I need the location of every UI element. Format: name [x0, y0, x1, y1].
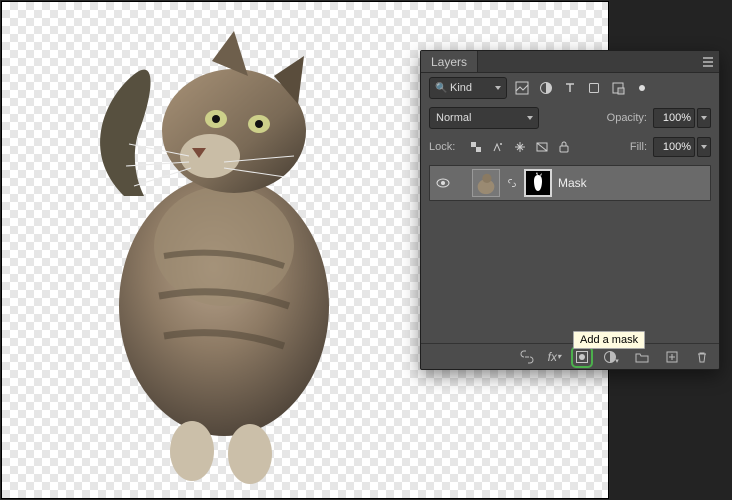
- delete-layer-button[interactable]: [693, 348, 711, 366]
- layer-thumbnail[interactable]: [472, 169, 500, 197]
- lock-all-icon[interactable]: [555, 138, 573, 156]
- lock-transparency-icon[interactable]: [467, 138, 485, 156]
- lock-image-icon[interactable]: [489, 138, 507, 156]
- canvas-subject-image: [84, 16, 374, 486]
- cat-illustration: [84, 16, 374, 486]
- mask-thumbnail[interactable]: [524, 169, 552, 197]
- mask-shape-icon: [526, 171, 550, 195]
- panel-menu-button[interactable]: [697, 51, 719, 72]
- layer-row[interactable]: Mask: [429, 165, 711, 201]
- visibility-toggle[interactable]: [436, 176, 450, 190]
- adjustment-layer-button[interactable]: ▾: [603, 348, 621, 366]
- add-mask-tooltip: Add a mask: [573, 331, 645, 349]
- filter-artboard-icon[interactable]: [633, 79, 651, 97]
- layer-list: Mask: [421, 161, 719, 343]
- fill-input[interactable]: [653, 137, 695, 157]
- filter-adjustment-icon[interactable]: [537, 79, 555, 97]
- add-mask-button[interactable]: [573, 348, 591, 366]
- layer-style-button[interactable]: fx▾: [548, 348, 561, 366]
- link-layers-button[interactable]: [518, 348, 536, 366]
- hamburger-icon: [701, 55, 715, 69]
- opacity-label: Opacity:: [607, 112, 647, 124]
- eye-icon: [436, 176, 450, 190]
- filter-type-icon[interactable]: [561, 79, 579, 97]
- lock-fill-row: Lock: Fill:: [421, 133, 719, 161]
- layer-filter-row: Kind: [421, 73, 719, 103]
- opacity-stepper[interactable]: [697, 108, 711, 128]
- fill-label: Fill:: [630, 141, 647, 153]
- layers-panel: Layers Kind Normal Opacity: Loc: [420, 50, 720, 370]
- filter-shape-icon[interactable]: [585, 79, 603, 97]
- panel-tab-bar: Layers: [421, 51, 719, 73]
- layer-name-label[interactable]: Mask: [558, 176, 587, 190]
- tab-layers[interactable]: Layers: [421, 51, 478, 72]
- layers-panel-footer: fx▾ ▾: [421, 343, 719, 369]
- new-group-button[interactable]: [633, 348, 651, 366]
- filter-pixel-icon[interactable]: [513, 79, 531, 97]
- lock-label: Lock:: [429, 141, 455, 153]
- filter-kind-select[interactable]: Kind: [429, 77, 507, 99]
- lock-artboard-icon[interactable]: [533, 138, 551, 156]
- mask-link-icon[interactable]: [506, 176, 518, 190]
- blend-mode-select[interactable]: Normal: [429, 107, 539, 129]
- fill-stepper[interactable]: [697, 137, 711, 157]
- blend-opacity-row: Normal Opacity:: [421, 103, 719, 133]
- new-layer-button[interactable]: [663, 348, 681, 366]
- lock-position-icon[interactable]: [511, 138, 529, 156]
- filter-smartobject-icon[interactable]: [609, 79, 627, 97]
- opacity-input[interactable]: [653, 108, 695, 128]
